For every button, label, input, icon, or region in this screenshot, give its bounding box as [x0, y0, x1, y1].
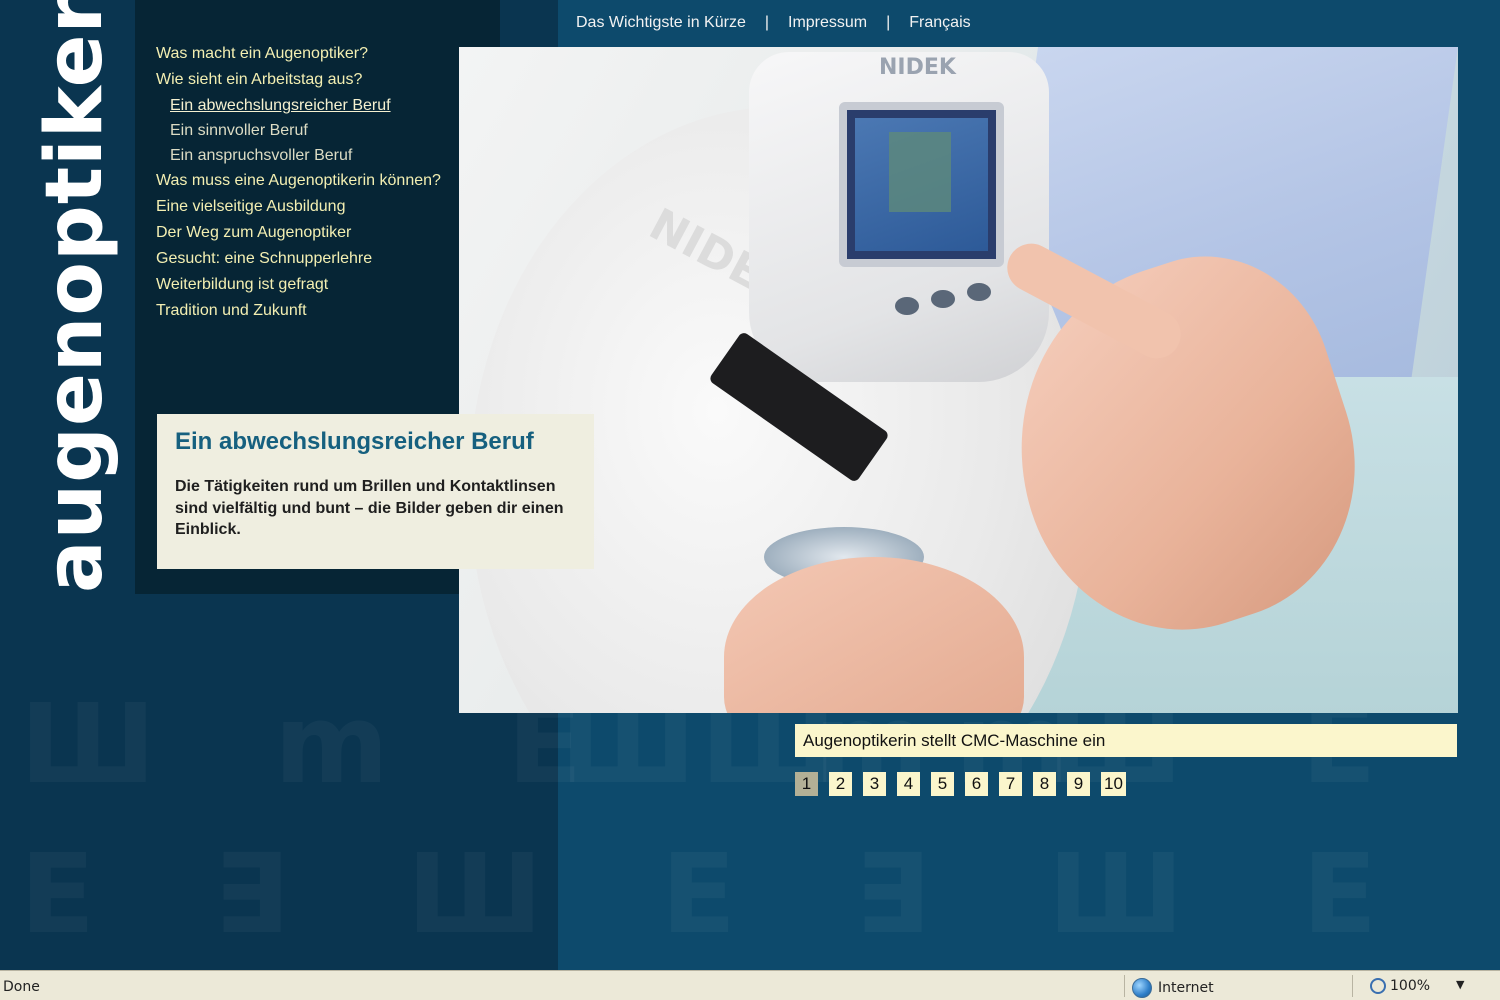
page-button-5[interactable]: 5 [931, 772, 954, 796]
page-button-7[interactable]: 7 [999, 772, 1022, 796]
top-nav-separator: | [886, 14, 891, 31]
zone-label: Internet [1158, 980, 1214, 996]
photo-brand-label: NIDEK [879, 55, 956, 80]
image-pager: 1 2 3 4 5 6 7 8 9 10 [795, 772, 1126, 796]
menu-item-what-does-optician[interactable]: Was macht ein Augenoptiker? [156, 44, 441, 70]
zoom-magnifier-icon [1370, 978, 1386, 994]
machine-button [967, 283, 991, 301]
status-text: Done [3, 979, 40, 995]
menu-subitem-varied-job[interactable]: Ein abwechslungsreicher Beruf [156, 96, 441, 121]
status-divider [1352, 975, 1353, 997]
info-box-title: Ein abwechslungsreicher Beruf [175, 428, 534, 455]
page-button-9[interactable]: 9 [1067, 772, 1090, 796]
menu-item-skills[interactable]: Was muss eine Augenoptikerin können? [156, 171, 441, 197]
machine-button [931, 290, 955, 308]
status-divider [1124, 975, 1125, 997]
top-link-francais[interactable]: Français [909, 14, 970, 32]
page-button-4[interactable]: 4 [897, 772, 920, 796]
page-button-6[interactable]: 6 [965, 772, 988, 796]
photo-machine-screen [839, 102, 1004, 267]
page-button-2[interactable]: 2 [829, 772, 852, 796]
page-button-8[interactable]: 8 [1033, 772, 1056, 796]
page-button-10[interactable]: 10 [1101, 772, 1126, 796]
menu-item-training[interactable]: Eine vielseitige Ausbildung [156, 197, 441, 223]
background-watermark: E ∃ Ш E ∃ Ш E ∃ E ∃ [20, 830, 1500, 958]
info-box: Ein abwechslungsreicher Beruf Die Tätigk… [157, 414, 594, 569]
menu-item-further-education[interactable]: Weiterbildung ist gefragt [156, 275, 441, 301]
logo-text: augenoptiker [30, 0, 120, 593]
menu-subitem-meaningful-job[interactable]: Ein sinnvoller Beruf [156, 121, 441, 146]
site-logo[interactable]: augenoptiker [30, 0, 120, 600]
zoom-control[interactable]: 100% [1370, 978, 1430, 994]
photo-caption: Augenoptikerin stellt CMC-Maschine ein [795, 724, 1457, 757]
top-navigation: Das Wichtigste in Kürze | Impressum | Fr… [576, 14, 971, 32]
globe-icon [1132, 978, 1152, 998]
info-box-text: Die Tätigkeiten rund um Brillen und Kont… [175, 478, 564, 538]
top-nav-separator: | [764, 14, 769, 31]
menu-item-path[interactable]: Der Weg zum Augenoptiker [156, 223, 441, 249]
side-menu: Was macht ein Augenoptiker? Wie sieht ei… [156, 44, 441, 327]
zoom-level: 100% [1390, 978, 1431, 994]
menu-item-workday[interactable]: Wie sieht ein Arbeitstag aus? [156, 70, 441, 96]
menu-item-trial-apprenticeship[interactable]: Gesucht: eine Schnupperlehre [156, 249, 441, 275]
browser-status-bar: Done Internet 100% ▼ [0, 970, 1500, 1000]
menu-item-tradition-future[interactable]: Tradition und Zukunft [156, 301, 441, 327]
main-photo: NIDEK NIDEK [459, 47, 1458, 713]
menu-subitem-demanding-job[interactable]: Ein anspruchsvoller Beruf [156, 146, 441, 171]
top-link-summary[interactable]: Das Wichtigste in Kürze [576, 14, 746, 32]
machine-button [895, 297, 919, 315]
screen-lens-graphic [889, 132, 951, 212]
page-button-1[interactable]: 1 [795, 772, 818, 796]
top-link-impressum[interactable]: Impressum [788, 14, 867, 32]
zoom-dropdown-icon[interactable]: ▼ [1456, 978, 1464, 991]
security-zone: Internet [1132, 978, 1214, 998]
page-button-3[interactable]: 3 [863, 772, 886, 796]
